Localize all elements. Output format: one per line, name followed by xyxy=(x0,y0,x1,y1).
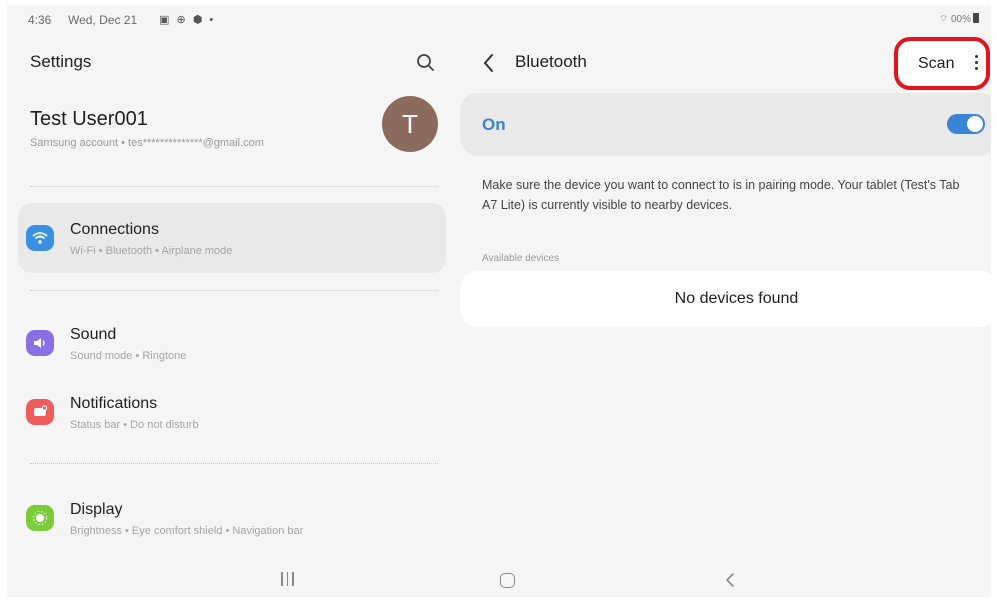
menu-item-title: Connections xyxy=(70,221,159,238)
pairing-info-text: Make sure the device you want to connect… xyxy=(482,178,960,212)
status-date: Wed, Dec 21 xyxy=(68,13,138,27)
recents-icon xyxy=(286,572,289,586)
more-options-button[interactable] xyxy=(972,55,980,73)
chevron-left-icon xyxy=(484,54,493,72)
bluetooth-pane: Bluetooth Scan On Make sure the device y… xyxy=(453,33,991,553)
available-devices-list: No devices found xyxy=(460,271,991,327)
recents-icon xyxy=(281,572,283,586)
menu-item-connections[interactable]: Connections Wi-Fi • Bluetooth • Airplane… xyxy=(18,203,446,273)
menu-item-title: Sound xyxy=(70,326,117,343)
status-bar: 4:36 Wed, Dec 21 ▣ ⊕ ⬢ • ⌔ 00% xyxy=(7,5,991,33)
settings-pane: Settings Test User001 Samsung account • … xyxy=(7,33,453,553)
menu-item-title: Display xyxy=(70,501,123,518)
status-time: 4:36 xyxy=(28,13,52,27)
recents-icon xyxy=(292,572,294,586)
tablet-screen: 4:36 Wed, Dec 21 ▣ ⊕ ⬢ • ⌔ 00% Settings … xyxy=(7,5,991,597)
signal-battery-text: ⌔ 00% xyxy=(938,14,971,25)
search-icon xyxy=(417,54,434,71)
more-dot xyxy=(974,61,978,64)
page-title: Settings xyxy=(30,52,92,71)
no-devices-text: No devices found xyxy=(674,290,799,307)
menu-item-subtitle: Status bar • Do not disturb xyxy=(70,419,199,431)
bluetooth-master-switch[interactable]: On xyxy=(460,93,991,156)
profile-name: Test User001 xyxy=(30,108,148,130)
back-icon xyxy=(726,573,734,587)
menu-item-notifications[interactable]: Notifications Status bar • Do not distur… xyxy=(18,377,446,447)
more-dot xyxy=(974,67,978,70)
divider xyxy=(30,463,438,464)
toggle-knob xyxy=(967,116,983,132)
search-button[interactable] xyxy=(412,49,440,77)
display-icon xyxy=(26,505,54,531)
divider xyxy=(30,186,438,187)
menu-item-subtitle: Wi-Fi • Bluetooth • Airplane mode xyxy=(70,245,233,257)
battery-icon xyxy=(973,13,979,23)
wifi-icon xyxy=(26,225,54,251)
menu-item-subtitle: Sound mode • Ringtone xyxy=(70,350,187,362)
bluetooth-toggle[interactable] xyxy=(947,114,985,134)
menu-item-subtitle: Brightness • Eye comfort shield • Naviga… xyxy=(70,525,304,537)
profile-account: Samsung account • tes**************@gmai… xyxy=(30,137,264,149)
scan-highlight: Scan xyxy=(894,37,990,90)
available-devices-label: Available devices xyxy=(482,253,560,264)
recent-apps-button[interactable] xyxy=(281,572,298,591)
menu-item-title: Notifications xyxy=(70,395,158,412)
notification-icons: ▣ ⊕ ⬢ • xyxy=(159,14,216,26)
divider xyxy=(30,290,438,291)
home-button[interactable] xyxy=(500,573,515,588)
scan-button[interactable]: Scan xyxy=(918,55,954,73)
menu-item-display[interactable]: Display Brightness • Eye comfort shield … xyxy=(18,483,446,553)
avatar[interactable]: T xyxy=(382,96,438,152)
nav-back-button[interactable] xyxy=(723,571,737,589)
sound-icon xyxy=(26,330,54,356)
notifications-icon xyxy=(26,399,54,425)
more-dot xyxy=(974,55,978,58)
menu-item-sound[interactable]: Sound Sound mode • Ringtone xyxy=(18,308,446,378)
back-button[interactable] xyxy=(477,49,501,77)
navigation-bar xyxy=(7,555,991,597)
bluetooth-title: Bluetooth xyxy=(515,52,587,71)
switch-state-label: On xyxy=(482,115,506,134)
status-right: ⌔ 00% xyxy=(939,13,979,26)
